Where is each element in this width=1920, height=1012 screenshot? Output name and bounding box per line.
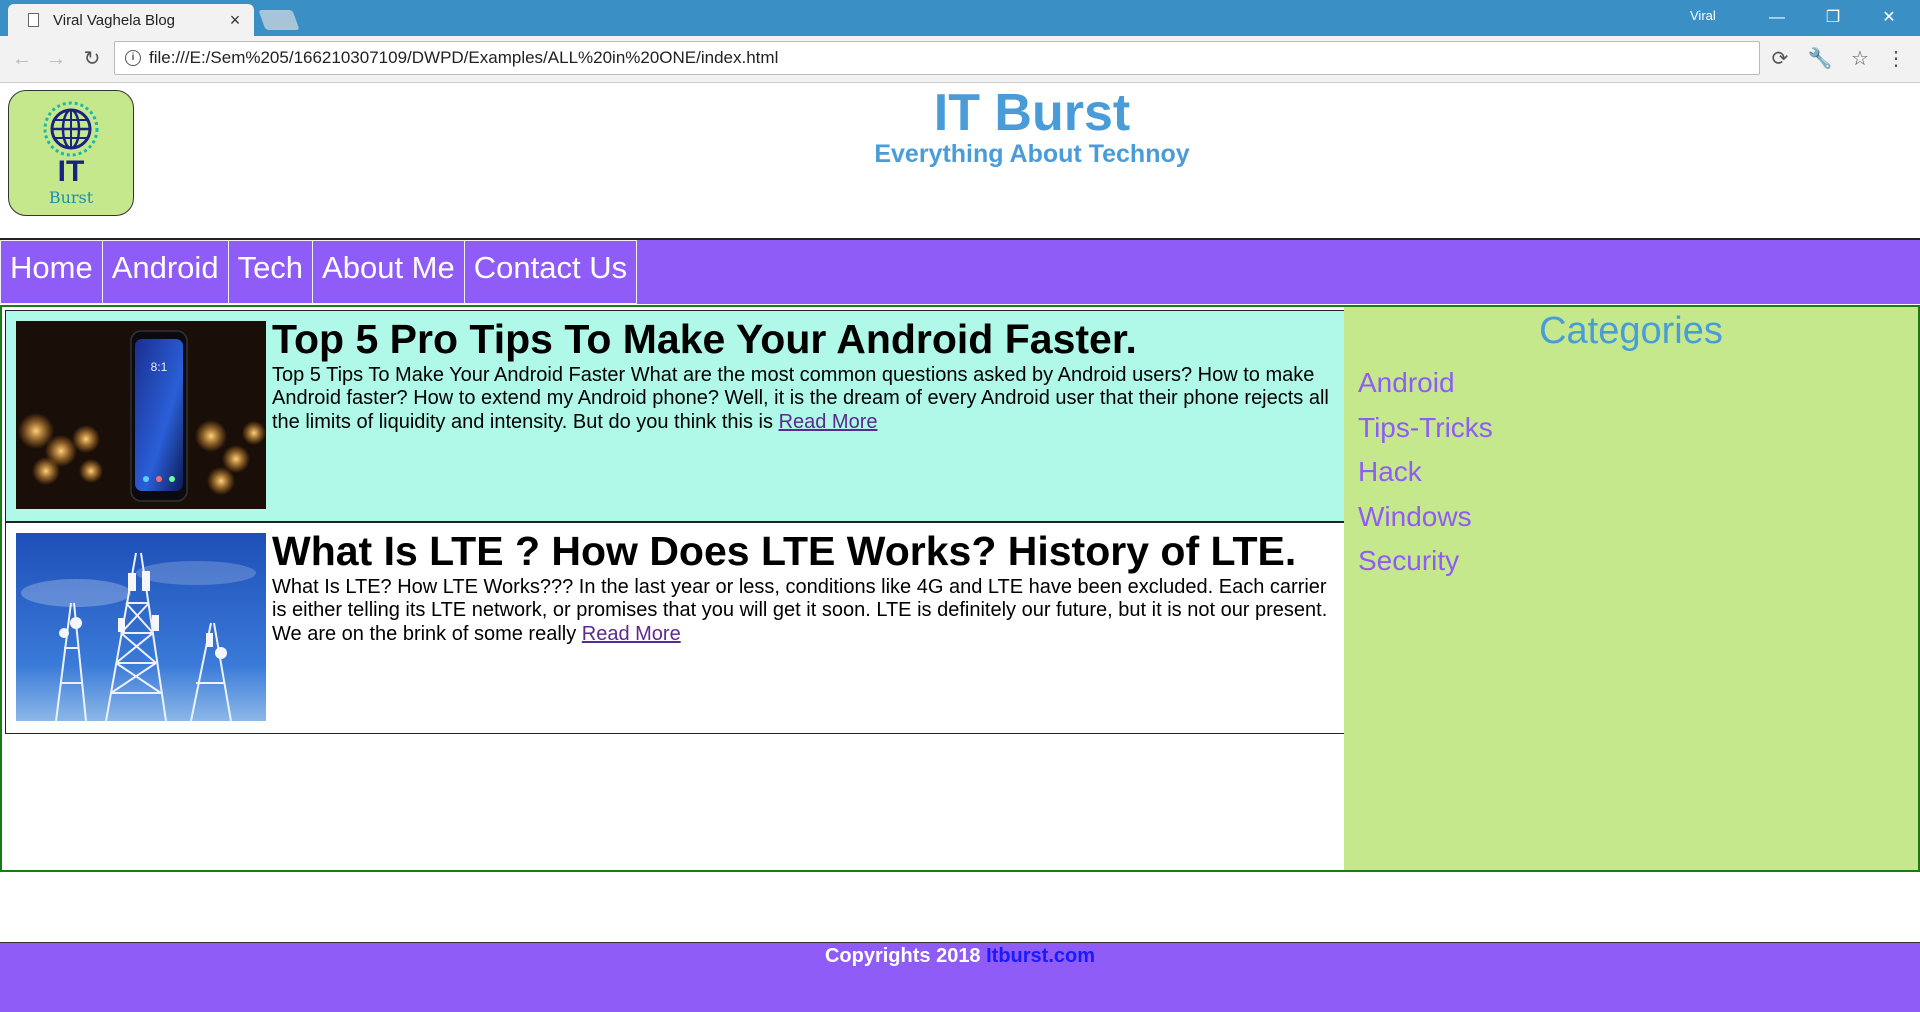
category-android[interactable]: Android: [1358, 361, 1918, 406]
info-icon[interactable]: i: [125, 50, 141, 66]
article-excerpt: What Is LTE? How LTE Works??? In the las…: [272, 576, 1334, 646]
url-text: file:///E:/Sem%205/166210307109/DWPD/Exa…: [149, 48, 779, 67]
globe-icon: [43, 101, 99, 157]
site-tagline: Everything About Technoy: [874, 140, 1190, 168]
main-nav: Home Android Tech About Me Contact Us: [0, 240, 1920, 304]
reload-icon[interactable]: ↻: [78, 45, 106, 73]
read-more-link[interactable]: Read More: [582, 623, 681, 645]
profile-name[interactable]: Viral: [1690, 8, 1716, 23]
category-tips-tricks[interactable]: Tips-Tricks: [1358, 406, 1918, 451]
article-card: 8:1 Top 5 Pro Tips To Make Your Android …: [5, 310, 1345, 522]
android-phone-image[interactable]: 8:1: [16, 321, 266, 509]
page-viewport: IT Burst Everything About Technoy IT Bur…: [0, 83, 1920, 1012]
content-area: 8:1 Top 5 Pro Tips To Make Your Android …: [0, 305, 1920, 872]
phone-clock-text: 8:1: [151, 360, 168, 374]
lte-tower-image[interactable]: [16, 533, 266, 721]
new-tab-button[interactable]: [258, 10, 300, 30]
address-bar[interactable]: i file:///E:/Sem%205/166210307109/DWPD/E…: [114, 41, 1760, 75]
browser-tab[interactable]: Viral Vaghela Blog ×: [8, 4, 254, 36]
page-icon: [28, 13, 39, 27]
close-window-icon[interactable]: ✕: [1866, 4, 1912, 32]
browser-titlebar: Viral Vaghela Blog × Viral — ❐ ✕: [0, 0, 1920, 36]
category-windows[interactable]: Windows: [1358, 495, 1918, 540]
nav-home[interactable]: Home: [0, 240, 103, 304]
site-title: IT Burst: [933, 84, 1131, 142]
tab-close-icon[interactable]: ×: [222, 10, 248, 31]
sync-icon[interactable]: ⟳: [1766, 45, 1794, 73]
browser-toolbar: ← → ↻ i file:///E:/Sem%205/166210307109/…: [0, 36, 1920, 83]
extension-icon[interactable]: 🔧: [1806, 45, 1834, 73]
category-security[interactable]: Security: [1358, 539, 1918, 584]
bookmark-star-icon[interactable]: ☆: [1846, 45, 1874, 73]
nav-tech[interactable]: Tech: [228, 240, 314, 304]
copyright-text: Copyrights 2018: [824, 945, 981, 967]
article-excerpt-text: What Is LTE? How LTE Works??? In the las…: [272, 576, 1328, 645]
menu-icon[interactable]: ⋮: [1882, 45, 1910, 73]
read-more-link[interactable]: Read More: [779, 411, 878, 433]
footer-link[interactable]: Itburst.com: [986, 945, 1095, 967]
article-title[interactable]: What Is LTE ? How Does LTE Works? Histor…: [272, 528, 1296, 575]
nav-about-me[interactable]: About Me: [313, 240, 465, 304]
nav-android[interactable]: Android: [102, 240, 229, 304]
back-icon[interactable]: ←: [8, 45, 36, 73]
nav-contact-us[interactable]: Contact Us: [464, 240, 638, 304]
categories-heading: Categories: [1539, 310, 1723, 352]
category-list: Android Tips-Tricks Hack Windows Securit…: [1344, 353, 1918, 584]
site-logo[interactable]: IT Burst: [8, 90, 134, 216]
tab-title: Viral Vaghela Blog: [53, 11, 176, 29]
article-title[interactable]: Top 5 Pro Tips To Make Your Android Fast…: [272, 316, 1137, 363]
logo-text: IT: [57, 155, 85, 188]
forward-icon[interactable]: →: [42, 45, 70, 73]
site-header: IT Burst Everything About Technoy IT Bur…: [0, 83, 1920, 240]
logo-subtext: Burst: [48, 188, 94, 207]
footer-text: Copyrights 2018 Itburst.com: [0, 943, 1920, 968]
site-footer: Copyrights 2018 Itburst.com: [0, 942, 1920, 1012]
categories-sidebar: Categories Android Tips-Tricks Hack Wind…: [1344, 307, 1918, 870]
category-hack[interactable]: Hack: [1358, 450, 1918, 495]
restore-icon[interactable]: ❐: [1810, 4, 1856, 32]
minimize-icon[interactable]: —: [1754, 4, 1800, 32]
article-card: What Is LTE ? How Does LTE Works? Histor…: [5, 522, 1345, 734]
article-excerpt: Top 5 Tips To Make Your Android Faster W…: [272, 364, 1334, 434]
